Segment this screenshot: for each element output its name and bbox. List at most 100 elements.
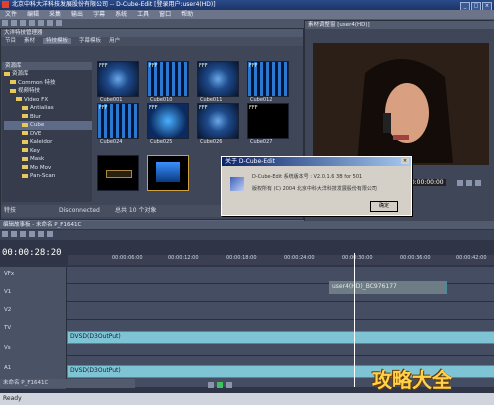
- folder-icon: [10, 88, 16, 93]
- tree-item[interactable]: Key: [4, 147, 92, 156]
- menu-capture[interactable]: 采集: [49, 11, 61, 18]
- track-divider: [67, 301, 494, 302]
- tree-item[interactable]: DVE: [4, 130, 92, 139]
- menu-output[interactable]: 输出: [71, 11, 83, 18]
- tab-programs[interactable]: 节目: [5, 38, 16, 44]
- tab-clips[interactable]: 素材: [24, 38, 35, 44]
- playhead[interactable]: [354, 253, 355, 387]
- link-icon[interactable]: [47, 231, 53, 237]
- timeline-header: 编辑故事板 - 未命名 P_F1641C: [0, 221, 494, 229]
- window-titlebar: 北京中科大洋科技发展股份有限公司 -- D-Cube-Edit [登录用户:us…: [0, 0, 494, 11]
- menu-file[interactable]: 文件: [5, 11, 17, 18]
- track-divider: [67, 319, 494, 320]
- loop-icon[interactable]: [475, 180, 481, 186]
- thumb-preview: [156, 162, 180, 182]
- effect-thumb[interactable]: FFF Cube010: [147, 61, 189, 103]
- folder-icon: [4, 71, 10, 76]
- menu-title[interactable]: 字幕: [93, 11, 105, 18]
- track-label[interactable]: V1: [4, 289, 11, 295]
- audio-clip[interactable]: DVSD(D3OutPut): [67, 331, 494, 344]
- cut-icon[interactable]: [29, 20, 35, 26]
- trim-tool-icon[interactable]: [20, 231, 26, 237]
- open-icon[interactable]: [11, 20, 17, 26]
- tab-user[interactable]: 用户: [109, 38, 120, 44]
- menu-edit[interactable]: 编辑: [27, 11, 39, 18]
- track-label[interactable]: V2: [4, 307, 11, 313]
- window-title: 北京中科大洋科技发展股份有限公司 -- D-Cube-Edit [登录用户:us…: [12, 1, 216, 8]
- tree-item[interactable]: Video FX: [4, 96, 92, 105]
- library-tabs: 节目 素材 特技模板 字幕模板 用户: [1, 37, 303, 46]
- tree-item[interactable]: 视频特技: [4, 87, 92, 96]
- menu-tools[interactable]: 工具: [137, 11, 149, 18]
- tab-effect-templates[interactable]: 特技模板: [43, 38, 72, 44]
- timeline-bottom-tab[interactable]: 未命名 P_F1641C: [0, 379, 135, 388]
- effect-thumb[interactable]: [97, 155, 139, 191]
- effect-thumb[interactable]: FFF Cube011: [197, 61, 239, 103]
- video-preview: [313, 43, 489, 165]
- ok-button[interactable]: 确定: [370, 201, 398, 212]
- copy-icon[interactable]: [38, 20, 44, 26]
- dialog-titlebar: 关于 D-Cube-Edit ×: [222, 157, 411, 166]
- tree-header: 资源库: [2, 62, 92, 70]
- track-label[interactable]: A1: [4, 365, 11, 371]
- folder-icon: [22, 173, 28, 178]
- tree-item[interactable]: Common 特技: [4, 79, 92, 88]
- razor-tool-icon[interactable]: [11, 231, 17, 237]
- select-tool-icon[interactable]: [2, 231, 8, 237]
- menu-system[interactable]: 系统: [115, 11, 127, 18]
- dialog-close-button[interactable]: ×: [401, 158, 409, 164]
- track-label[interactable]: VFx: [4, 271, 14, 277]
- tree-item-selected[interactable]: Cube: [4, 121, 92, 130]
- menu-bar: 文件 编辑 采集 输出 字幕 系统 工具 窗口 帮助: [0, 10, 494, 19]
- resource-tree: 资源库 资源库 Common 特技 视频特技 Video FX Antialia…: [2, 62, 92, 202]
- effect-thumb[interactable]: FFF Cube012: [247, 61, 289, 103]
- tree-item[interactable]: Mask: [4, 155, 92, 164]
- zoom-out-icon[interactable]: [226, 382, 232, 388]
- tree-item[interactable]: Mo Mov: [4, 164, 92, 173]
- track-divider: [67, 355, 494, 356]
- app-logo-icon: [230, 177, 244, 191]
- folder-icon: [22, 105, 28, 110]
- tab-title-templates[interactable]: 字幕模板: [79, 38, 101, 44]
- thumb-preview: [106, 170, 132, 178]
- effect-thumb[interactable]: FFF Cube024: [97, 103, 139, 145]
- tree-item[interactable]: Blur: [4, 113, 92, 122]
- app-icon: [2, 1, 9, 8]
- tree-item[interactable]: Antialias: [4, 104, 92, 113]
- track-label[interactable]: Vs: [4, 345, 11, 351]
- save-icon[interactable]: [20, 20, 26, 26]
- menu-help[interactable]: 帮助: [181, 11, 193, 18]
- effect-thumb[interactable]: FFF Cube001: [97, 61, 139, 103]
- viewer-controls: [455, 179, 482, 188]
- track-label[interactable]: TV: [4, 325, 11, 331]
- effect-thumb[interactable]: FFF Cube027: [247, 103, 289, 145]
- menu-window[interactable]: 窗口: [159, 11, 171, 18]
- folder-icon: [22, 131, 28, 135]
- fit-icon[interactable]: [217, 382, 223, 388]
- effect-thumb-selected[interactable]: [147, 155, 189, 191]
- paste-icon[interactable]: [47, 20, 53, 26]
- tree-item[interactable]: Kaleidor: [4, 138, 92, 147]
- new-icon[interactable]: [2, 20, 8, 26]
- zoom-in-icon[interactable]: [208, 382, 214, 388]
- timeline-toolbar: [0, 230, 494, 240]
- snap-icon[interactable]: [38, 231, 44, 237]
- undo-icon[interactable]: [56, 20, 62, 26]
- dialog-title: 关于 D-Cube-Edit: [225, 158, 275, 165]
- tree-item[interactable]: Pan-Scan: [4, 172, 92, 181]
- video-clip[interactable]: user4(HD)_BC976177: [329, 281, 447, 294]
- stop-icon[interactable]: [466, 180, 472, 186]
- effect-thumb[interactable]: FFF Cube025: [147, 103, 189, 145]
- timeline-timecode: 00:00:28:20: [2, 248, 62, 258]
- zoom-icon[interactable]: [29, 231, 35, 237]
- play-icon[interactable]: [457, 180, 463, 186]
- timeline-ruler[interactable]: 00:00:06:00 00:00:12:00 00:00:18:00 00:0…: [68, 255, 494, 265]
- folder-icon: [22, 156, 28, 161]
- folder-icon: [10, 80, 16, 84]
- tree-item[interactable]: 资源库: [4, 70, 92, 79]
- effect-thumb[interactable]: FFF Cube026: [197, 103, 239, 145]
- watermark-logo: 攻略大全: [372, 368, 452, 392]
- timeline-bottom-controls: [206, 381, 233, 390]
- status-text: Ready: [3, 395, 22, 402]
- track-headers: VFx V1 V2 TV Vs A1 A2: [0, 267, 67, 389]
